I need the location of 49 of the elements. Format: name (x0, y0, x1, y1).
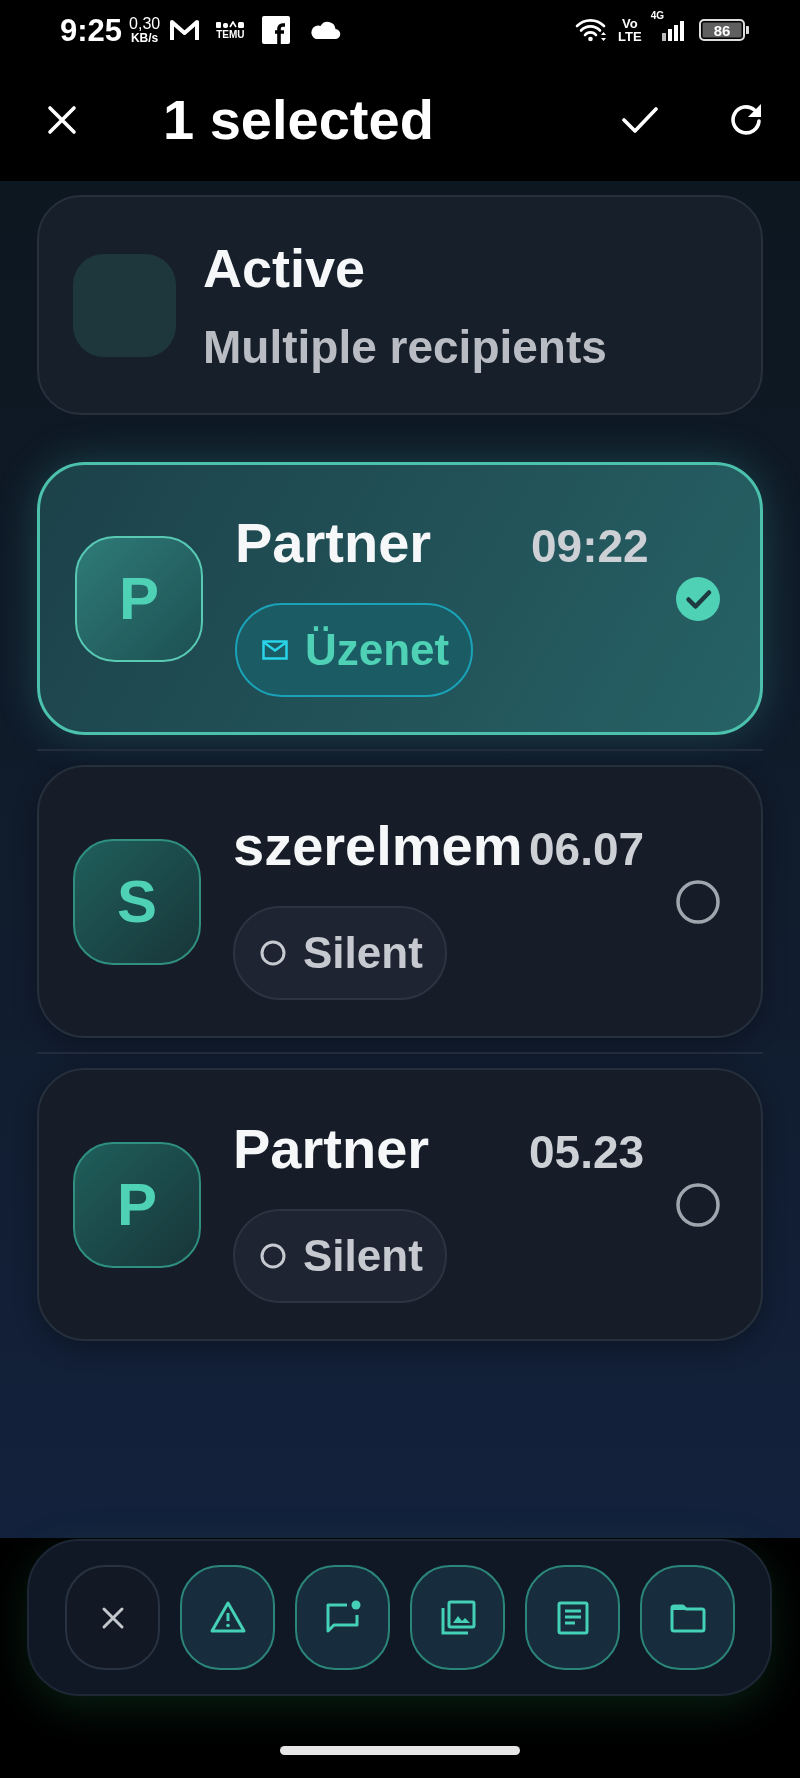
wifi-icon (575, 17, 608, 43)
warning-button[interactable] (180, 1565, 275, 1670)
speed-value: 0,30 (129, 15, 161, 32)
signal-icon (662, 21, 684, 41)
network-label: LTE (618, 30, 642, 43)
check-circle-icon[interactable] (676, 576, 720, 621)
cloud-icon (308, 20, 341, 40)
close-button[interactable] (47, 104, 77, 135)
clock-time: 9:25 (60, 14, 123, 46)
confirm-button[interactable] (622, 105, 658, 134)
ring-icon (260, 1242, 286, 1269)
tag-label: Silent (303, 1229, 423, 1282)
radio-icon[interactable] (676, 1182, 720, 1227)
close-icon (47, 104, 77, 135)
initial-avatar: P (73, 1141, 201, 1268)
initial-avatar: P (75, 535, 203, 662)
radio-icon[interactable] (676, 879, 720, 924)
contact-name: szerelmem (233, 812, 524, 879)
square-logo-icon (261, 16, 290, 44)
ring-icon (260, 939, 286, 966)
check-icon (622, 105, 658, 134)
network-type-label: 4G (650, 11, 664, 21)
mail-icon (169, 18, 201, 42)
tag-label: Üzenet (305, 623, 450, 676)
folder-button[interactable] (640, 1565, 735, 1670)
conversation-card[interactable]: S szerelmem 06.07 Silent (37, 765, 763, 1038)
gallery-button[interactable] (410, 1565, 505, 1670)
tag-label: Silent (303, 926, 423, 979)
conversation-card[interactable]: P Partner 05.23 Silent (37, 1068, 763, 1341)
refresh-button[interactable] (729, 102, 763, 137)
selection-title: 1 selected (163, 88, 435, 151)
network-label: Vo (622, 17, 638, 30)
envelope-icon (262, 639, 288, 660)
contact-name: Partner (233, 1115, 431, 1182)
message-time: 05.23 (529, 1124, 645, 1179)
card-subtitle: Multiple recipients (203, 320, 607, 374)
refresh-icon (729, 102, 763, 137)
app-logo-icon (216, 20, 245, 29)
battery-indicator: 86 (699, 19, 749, 41)
initial-avatar: S (73, 838, 201, 965)
message-time: 09:22 (531, 518, 649, 573)
notes-button[interactable] (525, 1565, 620, 1670)
notification-label: TEMU (216, 28, 245, 40)
message-time: 06.07 (529, 821, 645, 876)
conversation-card[interactable]: P Partner 09:22 Üzenet (37, 462, 763, 735)
message-button[interactable] (295, 1565, 390, 1670)
contact-name: Partner (235, 509, 433, 576)
speed-unit: KB/s (130, 32, 159, 45)
card-title: Active (203, 237, 367, 300)
